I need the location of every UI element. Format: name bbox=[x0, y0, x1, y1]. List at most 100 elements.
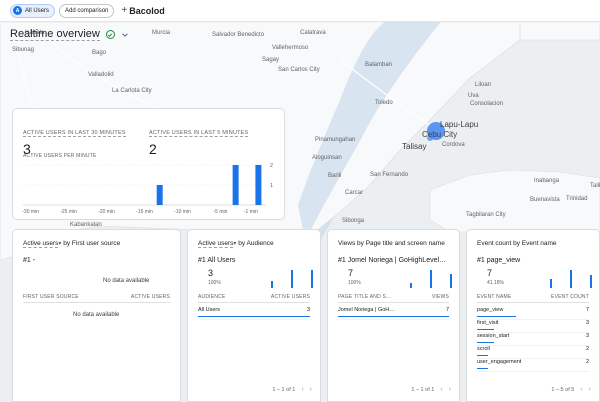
chart-bar bbox=[232, 165, 239, 205]
map-label-kabankalan: Kabankalan bbox=[70, 222, 102, 228]
top-item: #1 Jomel Noriega | GoHighLevel… bbox=[338, 257, 447, 264]
x-tick-label: -20 min bbox=[98, 209, 115, 215]
audience-avatar: A bbox=[13, 6, 22, 15]
row-value: 7 bbox=[445, 307, 449, 313]
chart-bar bbox=[255, 165, 262, 205]
row-share-bar bbox=[198, 315, 310, 317]
map-label-inabanga: Inabanga bbox=[534, 178, 560, 184]
map-label-balamban: Balamban bbox=[365, 62, 393, 68]
column-header-dimension[interactable]: EVENT NAME bbox=[477, 294, 511, 300]
row-name-all-users: All Users bbox=[198, 307, 221, 313]
map-label-buenavista: Buenavista bbox=[530, 197, 560, 203]
chevron-right-icon[interactable]: › bbox=[589, 386, 591, 393]
top-item-percent: 100% bbox=[348, 280, 361, 286]
column-header-metric[interactable]: EVENT COUNT bbox=[551, 294, 589, 300]
sparkline-bar bbox=[410, 282, 412, 288]
table-row[interactable]: user_engagement 2 bbox=[477, 359, 589, 372]
map-label-trinidad: Trinidad bbox=[566, 196, 588, 202]
check-circle-icon bbox=[105, 30, 115, 39]
row-share-bar bbox=[477, 341, 494, 343]
realtime-summary-card: ACTIVE USERS IN LAST 30 MINUTES 3 ACTIVE… bbox=[12, 108, 285, 220]
title-row: Realtime overview bbox=[10, 28, 129, 41]
sparkline bbox=[410, 268, 452, 288]
column-header-metric[interactable]: ACTIVE USERS bbox=[131, 294, 170, 300]
map-label-sagay: Sagay bbox=[262, 57, 280, 63]
chevron-down-icon[interactable] bbox=[121, 31, 129, 39]
top-item-value: 3 bbox=[208, 268, 214, 278]
pagination: 1 – 5 of 5 ‹ › bbox=[545, 386, 591, 393]
plus-icon[interactable]: + bbox=[121, 5, 127, 16]
sparkline-bar bbox=[550, 279, 552, 288]
card-title-main: Event count by Event name bbox=[477, 240, 557, 247]
chevron-left-icon[interactable]: ‹ bbox=[580, 386, 582, 393]
row-share-bar bbox=[477, 367, 489, 369]
chevron-right-icon[interactable]: › bbox=[449, 386, 451, 393]
top-item-percent: 100% bbox=[208, 280, 221, 286]
all-users-label: All Users bbox=[25, 7, 50, 14]
y-tick-label: 1 bbox=[270, 183, 273, 189]
map-label-barili: Barili bbox=[328, 173, 342, 179]
row-name-user-engagement: user_engagement bbox=[477, 359, 522, 365]
row-value: 3 bbox=[306, 307, 310, 313]
x-tick-label: -15 min bbox=[136, 209, 153, 215]
map-label-tagbilaran: Tagbilaran City bbox=[466, 212, 506, 218]
column-header-dimension[interactable]: PAGE TITLE AND S… bbox=[338, 294, 391, 300]
map-label-bago: Bago bbox=[92, 50, 107, 56]
map-label-uva: Uva bbox=[468, 93, 479, 99]
report-card-4: Event count by Event name #1 page_view 7 41… bbox=[466, 229, 600, 402]
column-header-metric[interactable]: VIEWS bbox=[432, 294, 449, 300]
row-value: 3 bbox=[585, 320, 589, 326]
report-card-2: Active users▾ by Audience #1 All Users 3 10… bbox=[187, 229, 321, 402]
column-header-dimension[interactable]: FIRST USER SOURCE bbox=[23, 294, 79, 300]
map-label-talibon: Talibon bbox=[590, 183, 600, 189]
table-row[interactable]: first_visit 3 bbox=[477, 320, 589, 333]
all-users-chip[interactable]: A All Users bbox=[10, 3, 56, 18]
top-item-value: 7 bbox=[348, 268, 354, 278]
top-item: #1 - bbox=[23, 257, 36, 264]
x-tick-label: -10 min bbox=[174, 209, 191, 215]
card-title-main[interactable]: Active users bbox=[23, 240, 59, 248]
column-header-dimension[interactable]: AUDIENCE bbox=[198, 294, 225, 300]
page-title: Realtime overview bbox=[10, 28, 100, 41]
add-comparison-label: Add comparison bbox=[65, 7, 109, 14]
chevron-left-icon[interactable]: ‹ bbox=[440, 386, 442, 393]
y-tick-label: 2 bbox=[270, 163, 273, 169]
map-label-liloan: Liloan bbox=[475, 82, 492, 88]
map-label-lacarlota: La Carlota City bbox=[112, 88, 152, 94]
map-label-sancarlos_n: San Carlos City bbox=[278, 67, 320, 73]
row-value: 7 bbox=[585, 307, 589, 313]
x-tick-label: -1 min bbox=[244, 209, 258, 215]
table-row[interactable]: session_start 3 bbox=[477, 333, 589, 346]
pagination-label: 1 – 1 of 1 bbox=[272, 386, 296, 393]
card-title: Views by Page title and screen name bbox=[338, 240, 445, 247]
row-name-scroll: scroll bbox=[477, 346, 490, 352]
map-label-pinamungahan: Pinamungahan bbox=[315, 137, 356, 143]
chevron-right-icon[interactable]: › bbox=[310, 386, 312, 393]
card-title-main[interactable]: Active users bbox=[198, 240, 234, 248]
map-label-consolacion: Consolacion bbox=[470, 101, 504, 107]
top-item: #1 page_view bbox=[477, 257, 521, 264]
chevron-left-icon[interactable]: ‹ bbox=[301, 386, 303, 393]
map-label-toledo: Toledo bbox=[375, 100, 393, 106]
no-data-message: No data available bbox=[103, 278, 150, 284]
report-card-1: Active users▾ by First user source #1 - No… bbox=[12, 229, 181, 402]
header-bar: A All Users Add comparison + Bacolod bbox=[0, 0, 600, 22]
map-label-valladolid: Valladolid bbox=[88, 72, 114, 78]
no-data-message-table: No data available bbox=[73, 312, 120, 318]
table-row[interactable]: Jomel Noriega | GoH… 7 bbox=[338, 307, 449, 320]
sparkline-bar bbox=[271, 280, 273, 288]
location-name: Bacolod bbox=[129, 5, 165, 16]
report-card-3: Views by Page title and screen name #1 Jo… bbox=[327, 229, 460, 402]
column-header-metric[interactable]: ACTIVE USERS bbox=[271, 294, 310, 300]
row-value: 3 bbox=[585, 333, 589, 339]
card-title: Active users▾ by Audience bbox=[198, 240, 274, 248]
table-row[interactable]: All Users 3 bbox=[198, 307, 310, 320]
per-minute-chart: 1 2 -30 min -25 min -20 min -15 min -10 min -5 … bbox=[22, 163, 273, 215]
add-comparison-button[interactable]: Add comparison bbox=[59, 3, 115, 18]
map-label-vallehermoso: Vallehermoso bbox=[272, 45, 309, 51]
row-share-bar bbox=[477, 328, 494, 330]
table-row[interactable]: page_view 7 bbox=[477, 307, 589, 320]
table-row[interactable]: scroll 2 bbox=[477, 346, 589, 359]
card-title-main: Views by Page title and screen name bbox=[338, 240, 445, 247]
x-tick-label: -30 min bbox=[22, 209, 39, 215]
